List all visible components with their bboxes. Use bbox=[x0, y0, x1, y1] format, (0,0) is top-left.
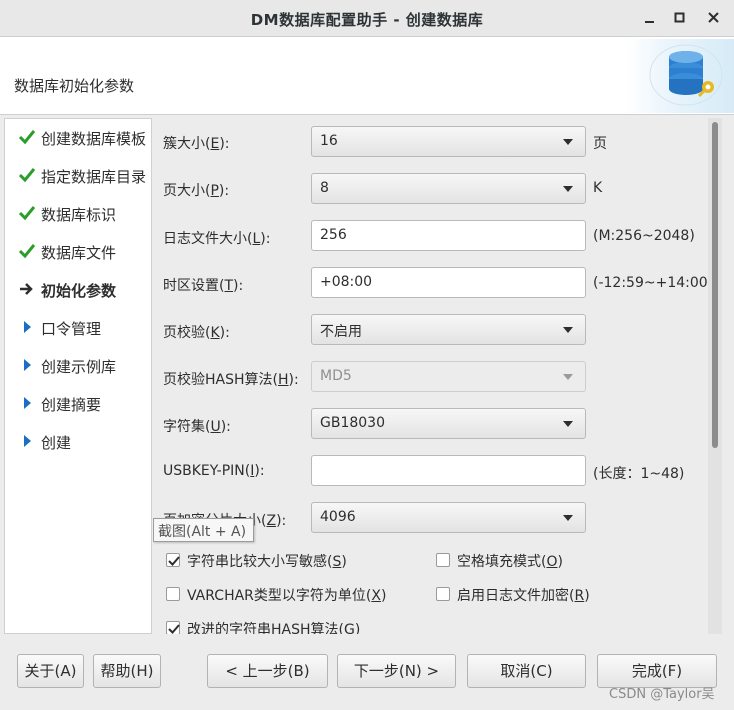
scrollbar-thumb[interactable] bbox=[712, 122, 718, 448]
page-size-value: 8 bbox=[320, 180, 329, 196]
step-db-files: 数据库文件 bbox=[5, 237, 153, 267]
step-summary: 创建摘要 bbox=[5, 389, 153, 419]
database-gear-icon bbox=[649, 44, 723, 106]
arrow-right-icon bbox=[20, 283, 33, 295]
checkmark-icon bbox=[168, 556, 180, 566]
page-enc-slice-select[interactable]: 4096 bbox=[311, 502, 586, 533]
params-form: 簇大小(E): 16 页 页大小(P): 8 K 日志文件大小(L): 256 … bbox=[153, 118, 721, 634]
about-button[interactable]: 关于(A) bbox=[17, 654, 84, 688]
step-db-directory: 指定数据库目录 bbox=[5, 161, 153, 191]
step-label: 口令管理 bbox=[41, 320, 102, 338]
step-label: 初始化参数 bbox=[41, 282, 117, 300]
dropdown-arrow-icon bbox=[563, 421, 573, 427]
log-size-hint: (M:256~2048) bbox=[593, 228, 695, 244]
extent-size-value: 16 bbox=[320, 133, 338, 149]
page-title: 数据库初始化参数 bbox=[14, 77, 135, 95]
page-check-value: 不启用 bbox=[320, 324, 362, 340]
step-password: 口令管理 bbox=[5, 313, 153, 343]
time-zone-label: 时区设置(T): bbox=[163, 278, 244, 294]
window-title: DM数据库配置助手 - 创建数据库 bbox=[250, 11, 484, 29]
step-label: 创建摘要 bbox=[41, 396, 102, 414]
next-button[interactable]: 下一步(N) > bbox=[337, 654, 456, 688]
checkbox-box[interactable] bbox=[166, 587, 180, 601]
step-label: 指定数据库目录 bbox=[41, 168, 147, 186]
usbkey-pin-label: USBKEY-PIN(I): bbox=[163, 463, 265, 479]
minimize-icon bbox=[645, 21, 654, 23]
usbkey-pin-hint: (长度：1~48) bbox=[593, 466, 685, 482]
checkbox-box[interactable] bbox=[166, 621, 180, 634]
page-check-hash-select[interactable]: MD5 bbox=[311, 361, 586, 392]
screenshot-tooltip: 截图(Alt + A) bbox=[153, 518, 254, 542]
cancel-button[interactable]: 取消(C) bbox=[467, 654, 586, 688]
close-button[interactable] bbox=[704, 8, 724, 28]
checkbox-box[interactable] bbox=[436, 553, 450, 567]
page-check-select[interactable]: 不启用 bbox=[311, 314, 586, 345]
page-check-hash-label: 页校验HASH算法(H): bbox=[163, 372, 299, 388]
database-logo bbox=[626, 39, 734, 113]
time-zone-value: +08:00 bbox=[320, 274, 373, 290]
page-check-label: 页校验(K): bbox=[163, 325, 230, 341]
usbkey-pin-input[interactable] bbox=[311, 455, 586, 486]
step-create: 创建 bbox=[5, 427, 153, 457]
step-init-params: 初始化参数 bbox=[5, 275, 153, 305]
log-size-input[interactable]: 256 bbox=[311, 220, 586, 251]
checkmark-icon bbox=[18, 206, 36, 221]
step-label: 创建示例库 bbox=[41, 358, 117, 376]
dropdown-arrow-icon bbox=[563, 186, 573, 192]
step-label: 数据库标识 bbox=[41, 206, 117, 224]
page-size-unit: K bbox=[593, 180, 603, 196]
checkbox-label: 启用日志文件加密(R) bbox=[457, 588, 590, 604]
page-check-hash-value: MD5 bbox=[320, 368, 352, 384]
page-header: 数据库初始化参数 bbox=[0, 37, 734, 115]
form-scrollbar[interactable] bbox=[708, 118, 722, 634]
step-label: 创建数据库模板 bbox=[41, 130, 147, 148]
prev-button[interactable]: < 上一步(B) bbox=[207, 654, 328, 688]
checkbox-box[interactable] bbox=[166, 553, 180, 567]
checkbox-label: 空格填充模式(O) bbox=[457, 554, 563, 570]
checkbox-label: 改进的字符串HASH算法(G) bbox=[187, 622, 361, 634]
close-icon bbox=[708, 12, 719, 23]
watermark-text: CSDN @Taylor吴 bbox=[609, 687, 715, 702]
checkbox-label: 字符串比较大小写敏感(S) bbox=[187, 554, 347, 570]
charset-value: GB18030 bbox=[320, 415, 385, 431]
log-size-label: 日志文件大小(L): bbox=[163, 231, 271, 247]
charset-select[interactable]: GB18030 bbox=[311, 408, 586, 439]
triangle-right-icon bbox=[24, 435, 31, 447]
dropdown-arrow-icon bbox=[563, 327, 573, 333]
checkbox-label: VARCHAR类型以字符为单位(X) bbox=[187, 588, 387, 604]
extent-size-label: 簇大小(E): bbox=[163, 136, 230, 152]
dropdown-arrow-icon bbox=[563, 374, 573, 380]
step-create-template: 创建数据库模板 bbox=[5, 123, 153, 153]
checkmark-icon bbox=[18, 244, 36, 259]
help-button[interactable]: 帮助(H) bbox=[93, 654, 161, 688]
checkmark-icon bbox=[168, 624, 180, 634]
time-zone-input[interactable]: +08:00 bbox=[311, 267, 586, 298]
triangle-right-icon bbox=[24, 359, 31, 371]
step-sample-db: 创建示例库 bbox=[5, 351, 153, 381]
page-size-select[interactable]: 8 bbox=[311, 173, 586, 204]
step-db-identity: 数据库标识 bbox=[5, 199, 153, 229]
title-bar: DM数据库配置助手 - 创建数据库 bbox=[0, 0, 734, 37]
triangle-right-icon bbox=[24, 397, 31, 409]
maximize-icon bbox=[674, 12, 685, 23]
page-enc-slice-value: 4096 bbox=[320, 509, 356, 525]
maximize-button[interactable] bbox=[670, 8, 690, 28]
dropdown-arrow-icon bbox=[563, 139, 573, 145]
triangle-right-icon bbox=[24, 321, 31, 333]
checkmark-icon bbox=[18, 130, 36, 145]
checkmark-icon bbox=[18, 168, 36, 183]
page-size-label: 页大小(P): bbox=[163, 183, 230, 199]
extent-size-select[interactable]: 16 bbox=[311, 126, 586, 157]
tooltip-text: 截图(Alt + A) bbox=[158, 524, 247, 540]
checkbox-box[interactable] bbox=[436, 587, 450, 601]
extent-size-unit: 页 bbox=[593, 136, 607, 152]
time-zone-hint: (-12:59~+14:00) bbox=[593, 275, 714, 291]
steps-panel: 创建数据库模板 指定数据库目录 数据库标识 数据库文件 初始化参数 口令管理 创… bbox=[4, 118, 152, 634]
charset-label: 字符集(U): bbox=[163, 419, 231, 435]
minimize-button[interactable] bbox=[640, 8, 660, 28]
dropdown-arrow-icon bbox=[563, 515, 573, 521]
log-size-value: 256 bbox=[320, 227, 347, 243]
step-label: 数据库文件 bbox=[41, 244, 117, 262]
step-label: 创建 bbox=[41, 434, 72, 452]
